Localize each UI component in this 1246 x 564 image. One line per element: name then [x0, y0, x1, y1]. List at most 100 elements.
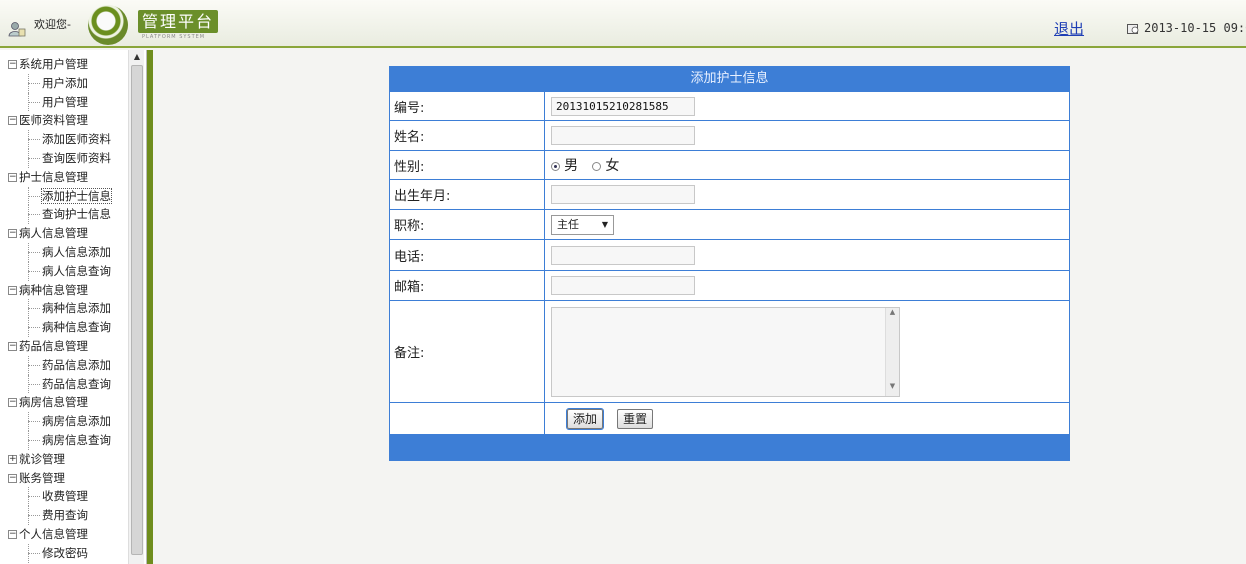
form-row-id: 编号: 20131015210281585: [389, 91, 1070, 121]
sidebar-item[interactable]: 修改密码: [6, 543, 130, 563]
scroll-thumb[interactable]: [131, 65, 143, 555]
form-title: 添加护士信息: [389, 66, 1070, 91]
gender-male-radio[interactable]: [551, 162, 560, 171]
form-row-phone: 电话:: [389, 239, 1070, 271]
sidebar-group[interactable]: − 医师资料管理: [6, 111, 130, 130]
sidebar-item-label: 修改密码: [42, 545, 88, 560]
scroll-up-arrow-icon[interactable]: ▲: [129, 50, 145, 64]
tree-line: [28, 157, 40, 159]
sidebar-item-label: 药品信息查询: [42, 376, 111, 391]
collapse-icon[interactable]: −: [8, 229, 17, 239]
sidebar-group[interactable]: − 账务管理: [6, 469, 130, 488]
sidebar-item-label: 就诊管理: [19, 451, 65, 466]
collapse-icon[interactable]: −: [8, 285, 17, 295]
textarea-scrollbar[interactable]: ▲ ▼: [885, 307, 899, 396]
sidebar-item-label: 查询护士信息: [42, 207, 111, 222]
gender-female-radio[interactable]: [592, 162, 602, 171]
sidebar-group[interactable]: − 病人信息管理: [6, 224, 130, 243]
sidebar-item-label: 病种信息添加: [42, 301, 111, 316]
sidebar-item[interactable]: 药品信息查询: [6, 374, 130, 394]
id-input[interactable]: 20131015210281585: [551, 96, 695, 116]
sidebar-group[interactable]: − 系统用户管理: [6, 55, 130, 74]
datetime-display: 2013-10-15 09:0: [1144, 21, 1246, 35]
sidebar-item-label: 病人信息管理: [19, 226, 88, 241]
sidebar-item-label: 个人信息管理: [19, 526, 88, 541]
tree-line: [28, 552, 40, 554]
platform-title: 管理平台: [138, 10, 218, 33]
user-icon: [8, 22, 26, 37]
job-title-select[interactable]: 主任 ▼: [551, 214, 614, 235]
tree-line: [28, 270, 40, 272]
sidebar-item-label: 查询医师资料: [42, 150, 111, 165]
nav-tree: − 系统用户管理 用户添加 用户管理 − 医师资料管理 添加医师资料 查询医师资料 − 护士信息管…: [6, 55, 130, 563]
tree-line: [28, 251, 40, 253]
form-row-gender: 性别: 男 女: [389, 150, 1070, 180]
sidebar-item[interactable]: 查询护士信息: [6, 205, 130, 225]
clock-icon: [1127, 24, 1139, 34]
tree-line: [28, 496, 40, 498]
reset-button[interactable]: 重置: [617, 408, 654, 429]
sidebar-item[interactable]: 费用查询: [6, 506, 130, 525]
tree-line: [28, 139, 40, 141]
sidebar-item[interactable]: 病人信息查询: [6, 261, 130, 281]
sidebar-item-label: 病房信息添加: [42, 414, 111, 429]
platform-subtitle: PLATFORM SYSTEM: [142, 34, 206, 40]
chevron-down-icon: ▼: [601, 219, 608, 229]
sidebar-item-label: 医师资料管理: [19, 113, 88, 128]
phone-input[interactable]: [551, 245, 695, 265]
collapse-icon[interactable]: −: [8, 398, 17, 408]
sidebar-item-label: 添加医师资料: [42, 132, 111, 147]
remark-textarea[interactable]: ▲ ▼: [551, 306, 900, 397]
phone-label: 电话:: [389, 239, 545, 271]
sidebar-item-label: 账务管理: [19, 470, 65, 485]
collapse-icon[interactable]: −: [8, 116, 17, 126]
add-button[interactable]: 添加: [565, 407, 605, 430]
sidebar-item[interactable]: 用户添加: [6, 73, 130, 93]
sidebar-item-label: 药品信息添加: [42, 357, 111, 372]
sidebar-item[interactable]: 病人信息添加: [6, 242, 130, 262]
name-label: 姓名:: [389, 120, 545, 151]
sidebar-item-label: 用户添加: [42, 75, 88, 90]
form-row-email: 邮箱:: [389, 270, 1070, 301]
logout-link[interactable]: 退出: [1054, 18, 1084, 39]
sidebar-item[interactable]: 药品信息添加: [6, 355, 130, 375]
sidebar-item-label: 费用查询: [42, 508, 88, 523]
collapse-icon[interactable]: −: [8, 529, 17, 539]
form-row-name: 姓名:: [389, 120, 1070, 151]
sidebar-item[interactable]: 添加护士信息: [6, 186, 130, 206]
collapse-icon[interactable]: −: [8, 172, 17, 182]
sidebar-item[interactable]: 病房信息查询: [6, 430, 130, 450]
name-input[interactable]: [551, 126, 695, 145]
sidebar-item[interactable]: 收费管理: [6, 487, 130, 507]
sidebar-group[interactable]: + 就诊管理: [6, 450, 130, 469]
expand-icon[interactable]: +: [8, 454, 17, 464]
email-input[interactable]: [551, 276, 695, 295]
logo-icon: [88, 5, 128, 45]
sidebar-item-label: 病人信息添加: [42, 244, 111, 259]
nurse-form: 添加护士信息 编号: 20131015210281585 姓名: 性别: 男 女…: [389, 66, 1070, 461]
collapse-icon[interactable]: −: [8, 341, 17, 351]
sidebar-item[interactable]: 用户管理: [6, 92, 130, 112]
sidebar-group[interactable]: − 药品信息管理: [6, 337, 130, 356]
sidebar-scrollbar[interactable]: ▲: [128, 50, 144, 564]
sidebar-item[interactable]: 添加医师资料: [6, 130, 130, 149]
sidebar-group[interactable]: − 病种信息管理: [6, 281, 130, 300]
sidebar-item[interactable]: 病种信息添加: [6, 299, 130, 319]
sidebar-item-label: 病种信息管理: [19, 282, 88, 297]
collapse-icon[interactable]: −: [8, 473, 17, 483]
sidebar-item-label: 病种信息查询: [42, 320, 111, 335]
sidebar-group[interactable]: − 护士信息管理: [6, 168, 130, 187]
sidebar-group[interactable]: − 个人信息管理: [6, 525, 130, 544]
collapse-icon[interactable]: −: [8, 60, 17, 69]
tree-line: [28, 515, 40, 517]
sidebar-item-label: 系统用户管理: [19, 57, 88, 71]
sidebar-item[interactable]: 查询医师资料: [6, 148, 130, 168]
gender-male-label: 男: [564, 158, 579, 174]
tree-line: [28, 82, 40, 84]
birth-input[interactable]: [551, 185, 695, 204]
sidebar-divider: [147, 50, 153, 564]
sidebar-item[interactable]: 病种信息查询: [6, 318, 130, 337]
sidebar-group[interactable]: − 病房信息管理: [6, 393, 130, 412]
sidebar-item[interactable]: 病房信息添加: [6, 412, 130, 431]
gender-label: 性别:: [389, 150, 545, 180]
